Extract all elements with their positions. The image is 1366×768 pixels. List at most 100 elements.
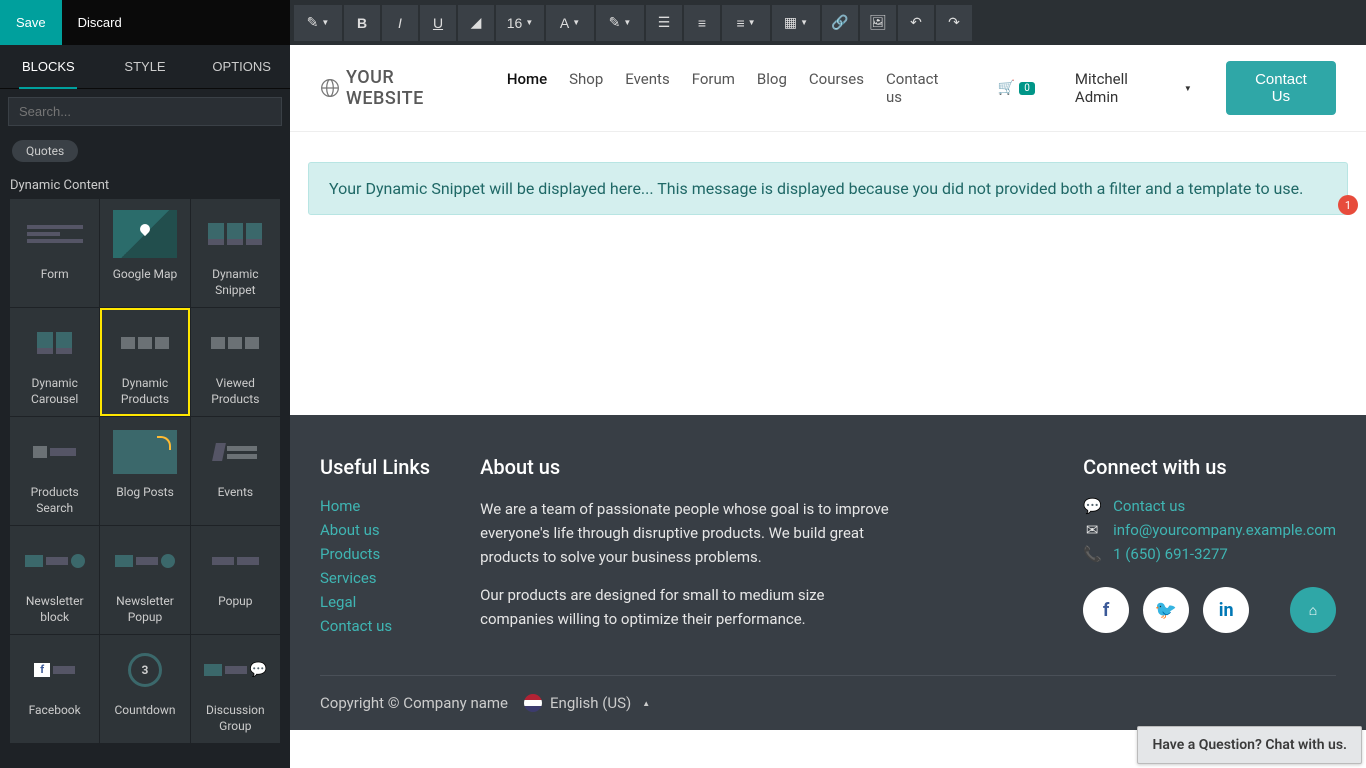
dynamic-snippet-placeholder: Your Dynamic Snippet will be displayed h… — [308, 162, 1348, 215]
facebook-button[interactable]: f — [1083, 587, 1129, 633]
nav-contact-us[interactable]: Contact us — [886, 70, 958, 106]
block-thumb-icon — [20, 209, 90, 259]
tab-options[interactable]: OPTIONS — [193, 45, 290, 88]
block-label: Dynamic Snippet — [195, 267, 276, 298]
block-thumb-icon — [200, 427, 270, 477]
bold-button[interactable]: B — [344, 5, 380, 41]
block-blog-posts[interactable]: Blog Posts — [100, 417, 189, 525]
nav-events[interactable]: Events — [625, 70, 669, 106]
unordered-list-button[interactable]: ☰ — [646, 5, 682, 41]
cart-button[interactable]: 🛒 0 — [998, 80, 1035, 96]
underline-button[interactable]: U — [420, 5, 456, 41]
connect-phone-link[interactable]: 1 (650) 691-3277 — [1113, 545, 1228, 563]
italic-button[interactable]: I — [382, 5, 418, 41]
about-paragraph-2: Our products are designed for small to m… — [480, 583, 900, 631]
contact-us-button[interactable]: Contact Us — [1226, 61, 1336, 115]
block-label: Viewed Products — [195, 376, 276, 407]
editor-toolbar: ✎▼ B I U ◢ 16▼ A▼ ✎▼ ☰ ≡ ≡▼ ▦▼ 🔗 🖼 ↶ ↷ — [290, 0, 1366, 45]
block-events[interactable]: Events — [191, 417, 280, 525]
block-thumb-icon — [110, 536, 180, 586]
undo-button[interactable]: ↶ — [898, 5, 934, 41]
nav-shop[interactable]: Shop — [569, 70, 603, 106]
table-button[interactable]: ▦▼ — [772, 5, 820, 41]
footer-useful-links: Useful Links HomeAbout usProductsService… — [320, 455, 430, 645]
block-discussion-group[interactable]: 💬Discussion Group — [191, 635, 280, 743]
scroll-top-button[interactable]: ⌂ — [1290, 587, 1336, 633]
logo[interactable]: YOUR WEBSITE — [320, 67, 477, 109]
block-thumb-icon: 3 — [110, 645, 180, 695]
footer-link-legal[interactable]: Legal — [320, 593, 430, 611]
ordered-list-button[interactable]: ≡ — [684, 5, 720, 41]
tab-style[interactable]: STYLE — [97, 45, 194, 88]
about-paragraph-1: We are a team of passionate people whose… — [480, 497, 900, 569]
link-button[interactable]: 🔗 — [822, 5, 858, 41]
footer-link-contact-us[interactable]: Contact us — [320, 617, 430, 635]
highlight-button[interactable]: ✎▼ — [596, 5, 644, 41]
speech-icon: 💬 — [1083, 497, 1101, 515]
block-newsletter-popup[interactable]: Newsletter Popup — [100, 526, 189, 634]
block-label: Events — [218, 485, 254, 501]
tab-blocks[interactable]: BLOCKS — [0, 45, 97, 88]
block-thumb-icon — [20, 536, 90, 586]
footer-link-about-us[interactable]: About us — [320, 521, 430, 539]
footer-connect: Connect with us 💬Contact us ✉info@yourco… — [1083, 455, 1336, 645]
block-label: Newsletter block — [14, 594, 95, 625]
flag-icon — [524, 694, 542, 712]
copyright-text: Copyright © Company name — [320, 694, 508, 712]
quotes-badge[interactable]: Quotes — [12, 140, 78, 162]
block-thumb-icon — [110, 318, 180, 368]
cart-count: 0 — [1019, 82, 1035, 95]
font-size-select[interactable]: 16▼ — [496, 5, 544, 41]
connect-email-link[interactable]: info@yourcompany.example.com — [1113, 521, 1336, 539]
redo-button[interactable]: ↷ — [936, 5, 972, 41]
block-label: Form — [41, 267, 69, 283]
block-google-map[interactable]: Google Map — [100, 199, 189, 307]
font-color-button[interactable]: A▼ — [546, 5, 594, 41]
nav-blog[interactable]: Blog — [757, 70, 787, 106]
block-dynamic-products[interactable]: Dynamic Products — [100, 308, 189, 416]
save-button[interactable]: Save — [0, 0, 62, 45]
block-label: Facebook — [29, 703, 81, 719]
block-dynamic-carousel[interactable]: Dynamic Carousel — [10, 308, 99, 416]
block-label: Countdown — [114, 703, 175, 719]
nav-forum[interactable]: Forum — [692, 70, 735, 106]
block-thumb-icon — [110, 209, 180, 259]
block-countdown[interactable]: 3 Countdown — [100, 635, 189, 743]
block-label: Newsletter Popup — [104, 594, 185, 625]
footer-link-products[interactable]: Products — [320, 545, 430, 563]
align-button[interactable]: ≡▼ — [722, 5, 770, 41]
block-products-search[interactable]: Products Search — [10, 417, 99, 525]
user-menu[interactable]: Mitchell Admin▼ — [1075, 70, 1192, 106]
block-thumb-icon — [200, 536, 270, 586]
footer-link-home[interactable]: Home — [320, 497, 430, 515]
discard-button[interactable]: Discard — [62, 0, 138, 45]
block-thumb-icon — [200, 209, 270, 259]
about-title: About us — [480, 455, 900, 479]
block-newsletter-block[interactable]: Newsletter block — [10, 526, 99, 634]
block-thumb-icon — [20, 318, 90, 368]
block-thumb-icon — [20, 427, 90, 477]
footer-link-services[interactable]: Services — [320, 569, 430, 587]
search-input[interactable] — [8, 97, 282, 126]
block-form[interactable]: Form — [10, 199, 99, 307]
block-label: Dynamic Products — [104, 376, 185, 407]
block-popup[interactable]: Popup — [191, 526, 280, 634]
nav-home[interactable]: Home — [507, 70, 547, 106]
block-label: Dynamic Carousel — [14, 376, 95, 407]
block-facebook[interactable]: fFacebook — [10, 635, 99, 743]
logo-text: YOUR WEBSITE — [346, 67, 477, 109]
connect-contact-link[interactable]: Contact us — [1113, 497, 1185, 515]
linkedin-button[interactable]: in — [1203, 587, 1249, 633]
notification-badge[interactable]: 1 — [1338, 195, 1358, 215]
clear-format-button[interactable]: ◢ — [458, 5, 494, 41]
twitter-button[interactable]: 🐦 — [1143, 587, 1189, 633]
chat-widget[interactable]: Have a Question? Chat with us. — [1137, 726, 1362, 764]
nav-courses[interactable]: Courses — [809, 70, 864, 106]
language-selector[interactable]: English (US) ▲ — [524, 694, 650, 712]
block-dynamic-snippet[interactable]: Dynamic Snippet — [191, 199, 280, 307]
image-button[interactable]: 🖼 — [860, 5, 896, 41]
block-viewed-products[interactable]: Viewed Products — [191, 308, 280, 416]
wand-button[interactable]: ✎▼ — [294, 5, 342, 41]
globe-icon — [320, 78, 340, 98]
block-label: Google Map — [113, 267, 178, 283]
